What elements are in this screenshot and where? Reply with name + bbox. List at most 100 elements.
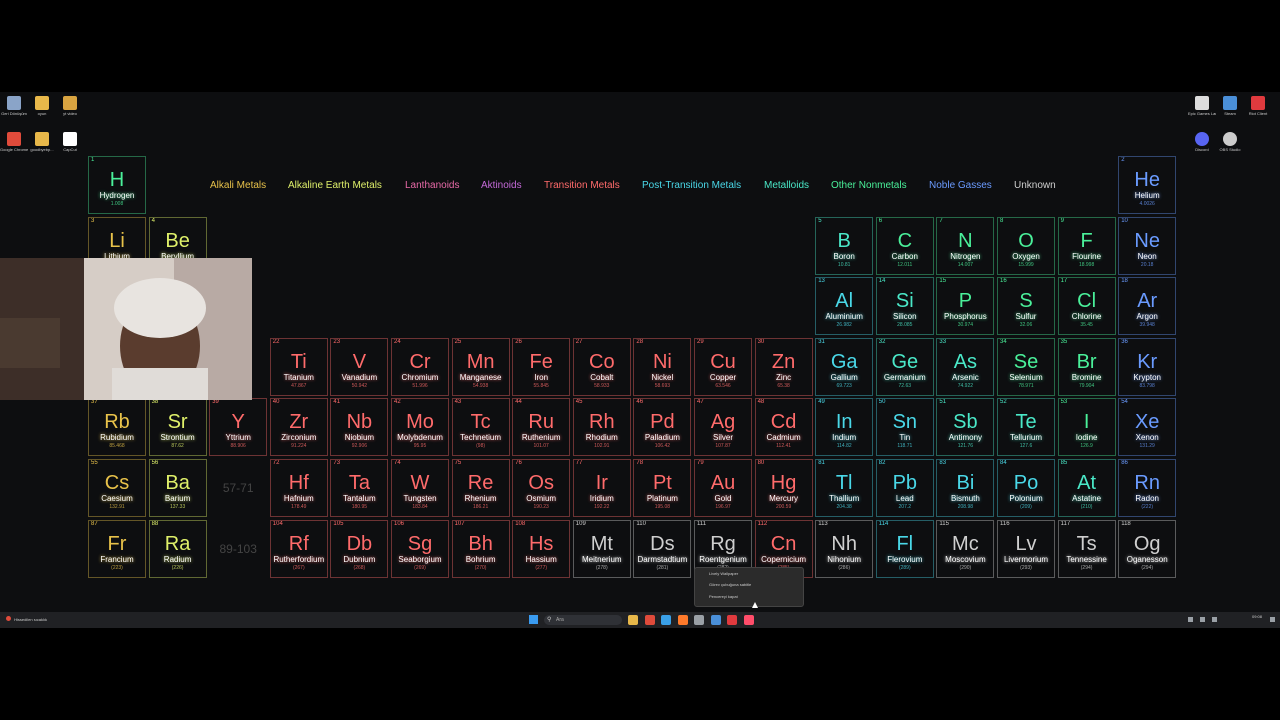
element-sb[interactable]: 51 Sb Antimony 121.76 [936,398,995,457]
element-in[interactable]: 49 In Indium 114.82 [815,398,874,457]
element-po[interactable]: 84 Po Polonium (209) [997,459,1055,517]
element-c[interactable]: 6 C Carbon 12.011 [875,216,934,275]
element-at[interactable]: 85 At Astatine (210) [1057,459,1116,517]
element-nh[interactable]: 113 Nh Nihonium (286) [815,519,874,578]
element-ru[interactable]: 44 Ru Ruthenium 101.07 [512,398,571,457]
file-explorer-icon[interactable] [628,615,638,625]
element-sg[interactable]: 106 Sg Seaborgium (269) [391,519,449,578]
element-w[interactable]: 74 W Tungsten 183.84 [391,459,449,517]
element-b[interactable]: 5 B Boron 10.81 [815,216,874,275]
element-co[interactable]: 27 Co Cobalt 58.933 [572,337,631,396]
element-ti[interactable]: 22 Ti Titanium 47.867 [269,337,328,396]
firefox-icon[interactable] [677,615,688,625]
element-ra[interactable]: 88 Ra Radium (226) [148,519,207,578]
element-bi[interactable]: 83 Bi Bismuth 208.98 [936,459,995,517]
element-zr[interactable]: 40 Zr Zirconium 91.224 [269,398,328,457]
element-ta[interactable]: 73 Ta Tantalum 180.95 [330,459,389,517]
legend-item-alkali[interactable]: Alkali Metals [210,179,266,193]
element-cs[interactable]: 55 Cs Caesium 132.91 [88,459,146,517]
legend-item-post-transition[interactable]: Post-Transition Metals [642,179,741,193]
series-placeholder[interactable]: 57-71 [209,459,267,517]
element-as[interactable]: 33 As Arsenic 74.922 [936,337,995,396]
element-ge[interactable]: 32 Ge Germanium 72.63 [875,337,934,396]
element-cl[interactable]: 17 Cl Chlorine 35.45 [1057,277,1116,336]
element-cu[interactable]: 29 Cu Copper 63.546 [694,337,752,396]
element-og[interactable]: 118 Og Oganesson (294) [1118,519,1177,578]
context-menu-item[interactable]: Pencereyi kapat [695,591,803,602]
element-db[interactable]: 105 Db Dubnium (268) [330,519,389,578]
element-ne[interactable]: 10 Ne Neon 20.18 [1118,216,1177,275]
element-pd[interactable]: 46 Pd Palladium 106.42 [633,398,692,457]
element-ag[interactable]: 47 Ag Silver 107.87 [694,398,752,457]
element-f[interactable]: 9 F Flourine 18.998 [1057,216,1116,275]
legend-item-metalloid[interactable]: Metalloids [764,179,809,193]
riot-taskbar-icon[interactable] [727,615,737,625]
context-menu-item[interactable]: Görev çubuğuna sabitle [695,579,803,591]
element-v[interactable]: 23 V Vanadium 50.942 [330,337,389,396]
element-rb[interactable]: 37 Rb Rubidium 85.468 [88,398,146,457]
element-p[interactable]: 15 P Phosphorus 30.974 [936,277,995,336]
element-br[interactable]: 35 Br Bromine 79.904 [1057,337,1116,396]
legend-item-transition[interactable]: Transition Metals [544,179,620,193]
element-xe[interactable]: 54 Xe Xenon 131.29 [1118,398,1177,457]
steam-taskbar-icon[interactable] [710,615,721,625]
element-re[interactable]: 75 Re Rhenium 186.21 [451,459,510,517]
element-cd[interactable]: 48 Cd Cadmium 112.41 [754,398,813,457]
legend-item-lanthanide[interactable]: Lanthanoids [405,179,460,193]
element-tl[interactable]: 81 Tl Thallium 204.38 [815,459,874,517]
element-au[interactable]: 79 Au Gold 196.97 [694,459,752,517]
desktop-icon[interactable]: goodbyebp... [28,132,56,152]
element-ba[interactable]: 56 Ba Barium 137.33 [148,459,207,517]
desktop-icon[interactable]: Epic Games Launcher [1188,96,1216,116]
element-ts[interactable]: 117 Ts Tennessine (294) [1057,519,1116,578]
element-sr[interactable]: 38 Sr Strontium 87.62 [148,398,207,457]
element-bh[interactable]: 107 Bh Bohrium (270) [451,519,510,578]
element-pb[interactable]: 82 Pb Lead 207.2 [875,459,934,517]
element-ni[interactable]: 28 Ni Nickel 58.693 [633,337,692,396]
element-y[interactable]: 39 Y Yttrium 88.906 [209,398,268,457]
element-n[interactable]: 7 N Nitrogen 14.007 [936,216,995,275]
notification-icon[interactable] [1270,617,1275,622]
context-menu-item[interactable]: Lively Wallpaper [695,568,803,579]
desktop-icon[interactable]: Riot Client [1244,96,1272,116]
weather-widget[interactable]: Hissedilen sıcaklık [6,615,47,625]
element-hf[interactable]: 72 Hf Hafnium 178.49 [269,459,328,517]
element-hs[interactable]: 108 Hs Hassium (277) [512,519,571,578]
element-mt[interactable]: 109 Mt Meitnerium (278) [572,519,631,578]
element-os[interactable]: 76 Os Osmium 190.23 [512,459,571,517]
element-fe[interactable]: 26 Fe Iron 55.845 [512,337,571,396]
system-tray-icon[interactable] [1188,617,1193,622]
element-cr[interactable]: 24 Cr Chromium 51.996 [391,337,449,396]
element-nb[interactable]: 41 Nb Niobium 92.906 [330,398,389,457]
desktop-icon[interactable]: yt video [56,96,84,116]
start-icon[interactable] [529,615,538,624]
lively-taskbar-icon[interactable] [743,615,754,625]
element-se[interactable]: 34 Se Selenium 78.971 [997,337,1055,396]
search-box[interactable]: ⚲ Ara [544,615,622,625]
desktop-icon[interactable]: OBS Studio [1216,132,1244,152]
desktop-icon[interactable]: Discord [1188,132,1216,152]
element-ds[interactable]: 110 Ds Darmstadtium (281) [633,519,692,578]
element-pt[interactable]: 78 Pt Platinum 195.08 [633,459,692,517]
legend-item-unknown[interactable]: Unknown [1014,179,1056,193]
desktop-icon[interactable]: Google Chrome [0,132,28,152]
element-mn[interactable]: 25 Mn Manganese 54.938 [451,337,510,396]
desktop-icon[interactable]: oyun [28,96,56,116]
legend-item-actinide[interactable]: Aktinoids [481,179,522,193]
element-he[interactable]: 2 He Helium 4.0026 [1118,156,1177,214]
element-s[interactable]: 16 S Sulfur 32.06 [997,277,1055,336]
desktop-icon[interactable]: Steam [1216,96,1244,116]
element-rf[interactable]: 104 Rf Rutherfordium (267) [269,519,328,578]
element-lv[interactable]: 116 Lv Livermorium (293) [997,519,1055,578]
wifi-icon[interactable] [1200,617,1205,622]
desktop-icon[interactable]: CapCut [56,132,84,152]
element-te[interactable]: 52 Te Tellurium 127.6 [997,398,1055,457]
element-rn[interactable]: 86 Rn Radon (222) [1118,459,1177,517]
legend-item-nonmetal[interactable]: Other Nonmetals [831,179,907,193]
volume-icon[interactable] [1212,617,1217,622]
legend-item-noble[interactable]: Noble Gasses [929,179,992,193]
element-hg[interactable]: 80 Hg Mercury 200.59 [754,459,813,517]
element-sn[interactable]: 50 Sn Tin 118.71 [875,398,934,457]
settings-taskbar-icon[interactable] [694,615,704,625]
element-al[interactable]: 13 Al Aluminium 26.982 [815,277,874,336]
